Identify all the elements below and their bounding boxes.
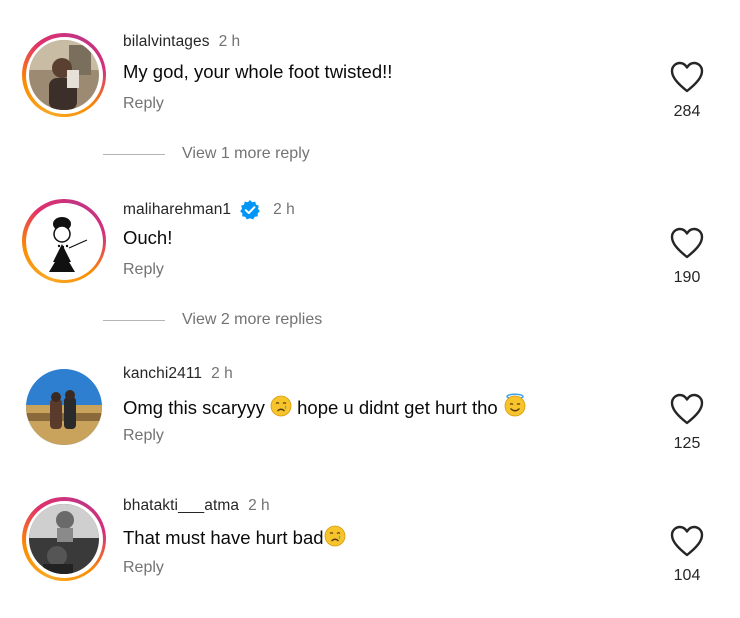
comment-meta: maliharehman1 2 h: [123, 199, 295, 221]
crying-face-emoji: [270, 395, 292, 417]
heart-outline-icon[interactable]: [669, 524, 705, 558]
username[interactable]: bhatakti___atma: [123, 497, 239, 515]
timestamp: 2 h: [218, 33, 241, 50]
story-ring: [22, 199, 106, 283]
avatar-photo: [29, 40, 99, 110]
view-more-label[interactable]: View 1 more reply: [182, 145, 310, 163]
comment-text: Omg this scaryyy hope u didnt get hurt t…: [123, 393, 527, 419]
timestamp: 2 h: [211, 365, 233, 382]
divider-line: [103, 319, 165, 321]
comment-text-part: hope u didnt get hurt tho: [292, 397, 503, 418]
comment-text: My god, your whole foot twisted!!: [123, 61, 393, 82]
view-more-replies[interactable]: View 1 more reply: [103, 145, 310, 163]
username[interactable]: kanchi2411: [123, 365, 202, 383]
verified-badge-icon: [240, 200, 260, 220]
reply-button[interactable]: Reply: [123, 95, 164, 113]
avatar[interactable]: [22, 199, 106, 283]
avatar[interactable]: [22, 33, 106, 117]
comment-meta: bhatakti___atma 2 h: [123, 497, 270, 515]
comment-text-part: That must have hurt bad: [123, 527, 324, 548]
username[interactable]: maliharehman1: [123, 201, 231, 219]
reply-button[interactable]: Reply: [123, 261, 164, 279]
reply-button[interactable]: Reply: [123, 559, 164, 577]
timestamp: 2 h: [273, 201, 295, 218]
avatar-photo: [29, 206, 99, 276]
avatar-photo: [29, 504, 99, 574]
heart-outline-icon[interactable]: [669, 60, 705, 94]
avatar[interactable]: [22, 365, 106, 449]
comment-text-part: Omg this scaryyy: [123, 397, 270, 418]
like-count: 284: [673, 103, 701, 120]
like-count: 190: [673, 269, 701, 286]
divider-line: [103, 153, 165, 155]
heart-outline-icon[interactable]: [669, 392, 705, 426]
heart-outline-icon[interactable]: [669, 226, 705, 260]
reply-button[interactable]: Reply: [123, 427, 164, 445]
avatar-photo: [26, 369, 102, 445]
story-ring: [22, 497, 106, 581]
avatar[interactable]: [22, 497, 106, 581]
view-more-label[interactable]: View 2 more replies: [182, 311, 322, 329]
comment-text: Ouch!: [123, 227, 173, 248]
crying-face-emoji: [324, 525, 345, 547]
like-count: 104: [673, 567, 701, 584]
comment-meta: kanchi2411 2 h: [123, 365, 233, 383]
comment-meta: bilalvintages 2 h: [123, 33, 240, 51]
story-ring: [22, 33, 106, 117]
view-more-replies[interactable]: View 2 more replies: [103, 311, 322, 329]
like-count: 125: [673, 435, 701, 452]
timestamp: 2 h: [248, 497, 270, 514]
comment-text: That must have hurt bad: [123, 525, 346, 549]
username[interactable]: bilalvintages: [123, 33, 210, 51]
smiling-face-with-halo-emoji: [504, 393, 526, 417]
